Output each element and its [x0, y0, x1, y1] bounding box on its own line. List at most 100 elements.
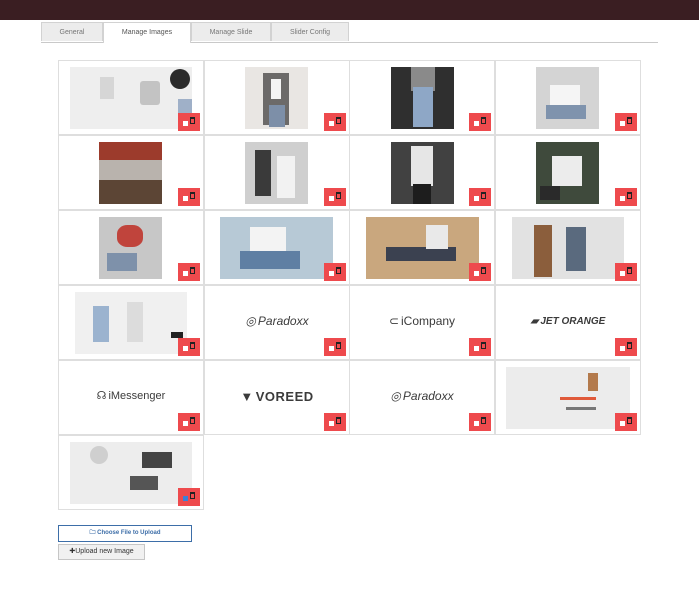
trash-icon[interactable] — [336, 267, 341, 274]
image-card[interactable] — [349, 60, 495, 135]
image-card[interactable]: ◎ Paradoxx — [204, 285, 350, 360]
trash-icon[interactable] — [190, 117, 195, 124]
select-delete-badge[interactable] — [178, 263, 200, 281]
checkbox[interactable] — [183, 196, 188, 201]
checkbox-checked[interactable] — [183, 496, 188, 501]
logo-text: Paradoxx — [402, 389, 454, 403]
checkbox[interactable] — [329, 271, 334, 276]
checkbox[interactable] — [620, 346, 625, 351]
image-card[interactable] — [58, 435, 204, 510]
choose-file-button[interactable]: 🗀 Choose File to Upload — [58, 525, 192, 542]
image-gallery: ◎ Paradoxx ⊂ iCompany ▰ JET ORANGE ☊ iMessen… — [58, 60, 641, 510]
checkbox[interactable] — [329, 196, 334, 201]
select-delete-badge[interactable] — [178, 188, 200, 206]
image-card[interactable] — [58, 210, 204, 285]
image-card[interactable] — [495, 60, 641, 135]
logo-text: JET ORANGE — [540, 316, 606, 327]
checkbox[interactable] — [183, 121, 188, 126]
select-delete-badge[interactable] — [615, 188, 637, 206]
checkbox[interactable] — [474, 346, 479, 351]
trash-icon[interactable] — [190, 492, 195, 499]
tab-manage-images[interactable]: Manage Images — [103, 22, 191, 43]
select-delete-badge[interactable] — [324, 413, 346, 431]
trash-icon[interactable] — [481, 417, 486, 424]
trash-icon[interactable] — [190, 417, 195, 424]
trash-icon[interactable] — [190, 342, 195, 349]
checkbox[interactable] — [474, 421, 479, 426]
trash-icon[interactable] — [627, 267, 632, 274]
image-card[interactable] — [495, 360, 641, 435]
trash-icon[interactable] — [190, 267, 195, 274]
image-card[interactable] — [204, 60, 350, 135]
trash-icon[interactable] — [481, 267, 486, 274]
select-delete-badge[interactable] — [469, 413, 491, 431]
image-card[interactable] — [349, 135, 495, 210]
upload-label: Upload new Image — [75, 548, 134, 555]
image-card[interactable] — [58, 285, 204, 360]
image-card[interactable] — [495, 210, 641, 285]
checkbox[interactable] — [183, 346, 188, 351]
image-card[interactable]: ◎ Paradoxx — [349, 360, 495, 435]
voreed-mark-icon: ▼ — [240, 389, 254, 404]
trash-icon[interactable] — [336, 192, 341, 199]
image-card[interactable] — [349, 210, 495, 285]
image-card[interactable] — [58, 135, 204, 210]
checkbox[interactable] — [620, 421, 625, 426]
select-delete-badge[interactable] — [324, 338, 346, 356]
select-delete-badge[interactable] — [469, 263, 491, 281]
checkbox[interactable] — [183, 271, 188, 276]
image-thumbnail — [536, 142, 599, 204]
select-delete-badge[interactable] — [178, 113, 200, 131]
trash-icon[interactable] — [336, 342, 341, 349]
trash-icon[interactable] — [627, 342, 632, 349]
select-delete-badge[interactable] — [324, 188, 346, 206]
image-thumbnail — [99, 142, 162, 204]
select-delete-badge[interactable] — [324, 263, 346, 281]
trash-icon[interactable] — [627, 117, 632, 124]
image-card[interactable] — [204, 135, 350, 210]
select-delete-badge[interactable] — [615, 338, 637, 356]
select-delete-badge[interactable] — [615, 113, 637, 131]
select-delete-badge[interactable] — [178, 413, 200, 431]
checkbox[interactable] — [329, 346, 334, 351]
checkbox[interactable] — [329, 421, 334, 426]
checkbox[interactable] — [474, 121, 479, 126]
logo-paradoxx: ◎ Paradoxx — [350, 389, 494, 403]
trash-icon[interactable] — [481, 192, 486, 199]
select-delete-badge[interactable] — [469, 188, 491, 206]
select-delete-badge[interactable] — [469, 113, 491, 131]
checkbox[interactable] — [183, 421, 188, 426]
checkbox[interactable] — [329, 121, 334, 126]
image-card[interactable]: ▰ JET ORANGE — [495, 285, 641, 360]
image-card[interactable]: ⊂ iCompany — [349, 285, 495, 360]
select-delete-badge[interactable] — [324, 113, 346, 131]
trash-icon[interactable] — [627, 417, 632, 424]
select-delete-badge[interactable] — [469, 338, 491, 356]
select-delete-badge[interactable] — [178, 338, 200, 356]
tab-general[interactable]: General — [41, 22, 103, 41]
image-card[interactable]: ▼ VOREED — [204, 360, 350, 435]
trash-icon[interactable] — [481, 342, 486, 349]
trash-icon[interactable] — [627, 192, 632, 199]
logo-imessenger: ☊ iMessenger — [59, 389, 203, 402]
checkbox[interactable] — [474, 271, 479, 276]
select-delete-badge[interactable] — [615, 263, 637, 281]
trash-icon[interactable] — [336, 117, 341, 124]
tab-manage-slide[interactable]: Manage Slide — [191, 22, 271, 41]
checkbox[interactable] — [474, 196, 479, 201]
checkbox[interactable] — [620, 121, 625, 126]
upload-new-image-button[interactable]: ✚Upload new Image — [58, 544, 145, 560]
checkbox[interactable] — [620, 271, 625, 276]
image-card[interactable]: ☊ iMessenger — [58, 360, 204, 435]
checkbox[interactable] — [620, 196, 625, 201]
image-card[interactable] — [58, 60, 204, 135]
trash-icon[interactable] — [336, 417, 341, 424]
select-delete-badge[interactable] — [178, 488, 200, 506]
trash-icon[interactable] — [481, 117, 486, 124]
tab-slider-config[interactable]: Slider Config — [271, 22, 349, 41]
select-delete-badge[interactable] — [615, 413, 637, 431]
logo-paradoxx: ◎ Paradoxx — [205, 314, 349, 328]
image-card[interactable] — [204, 210, 350, 285]
image-card[interactable] — [495, 135, 641, 210]
trash-icon[interactable] — [190, 192, 195, 199]
